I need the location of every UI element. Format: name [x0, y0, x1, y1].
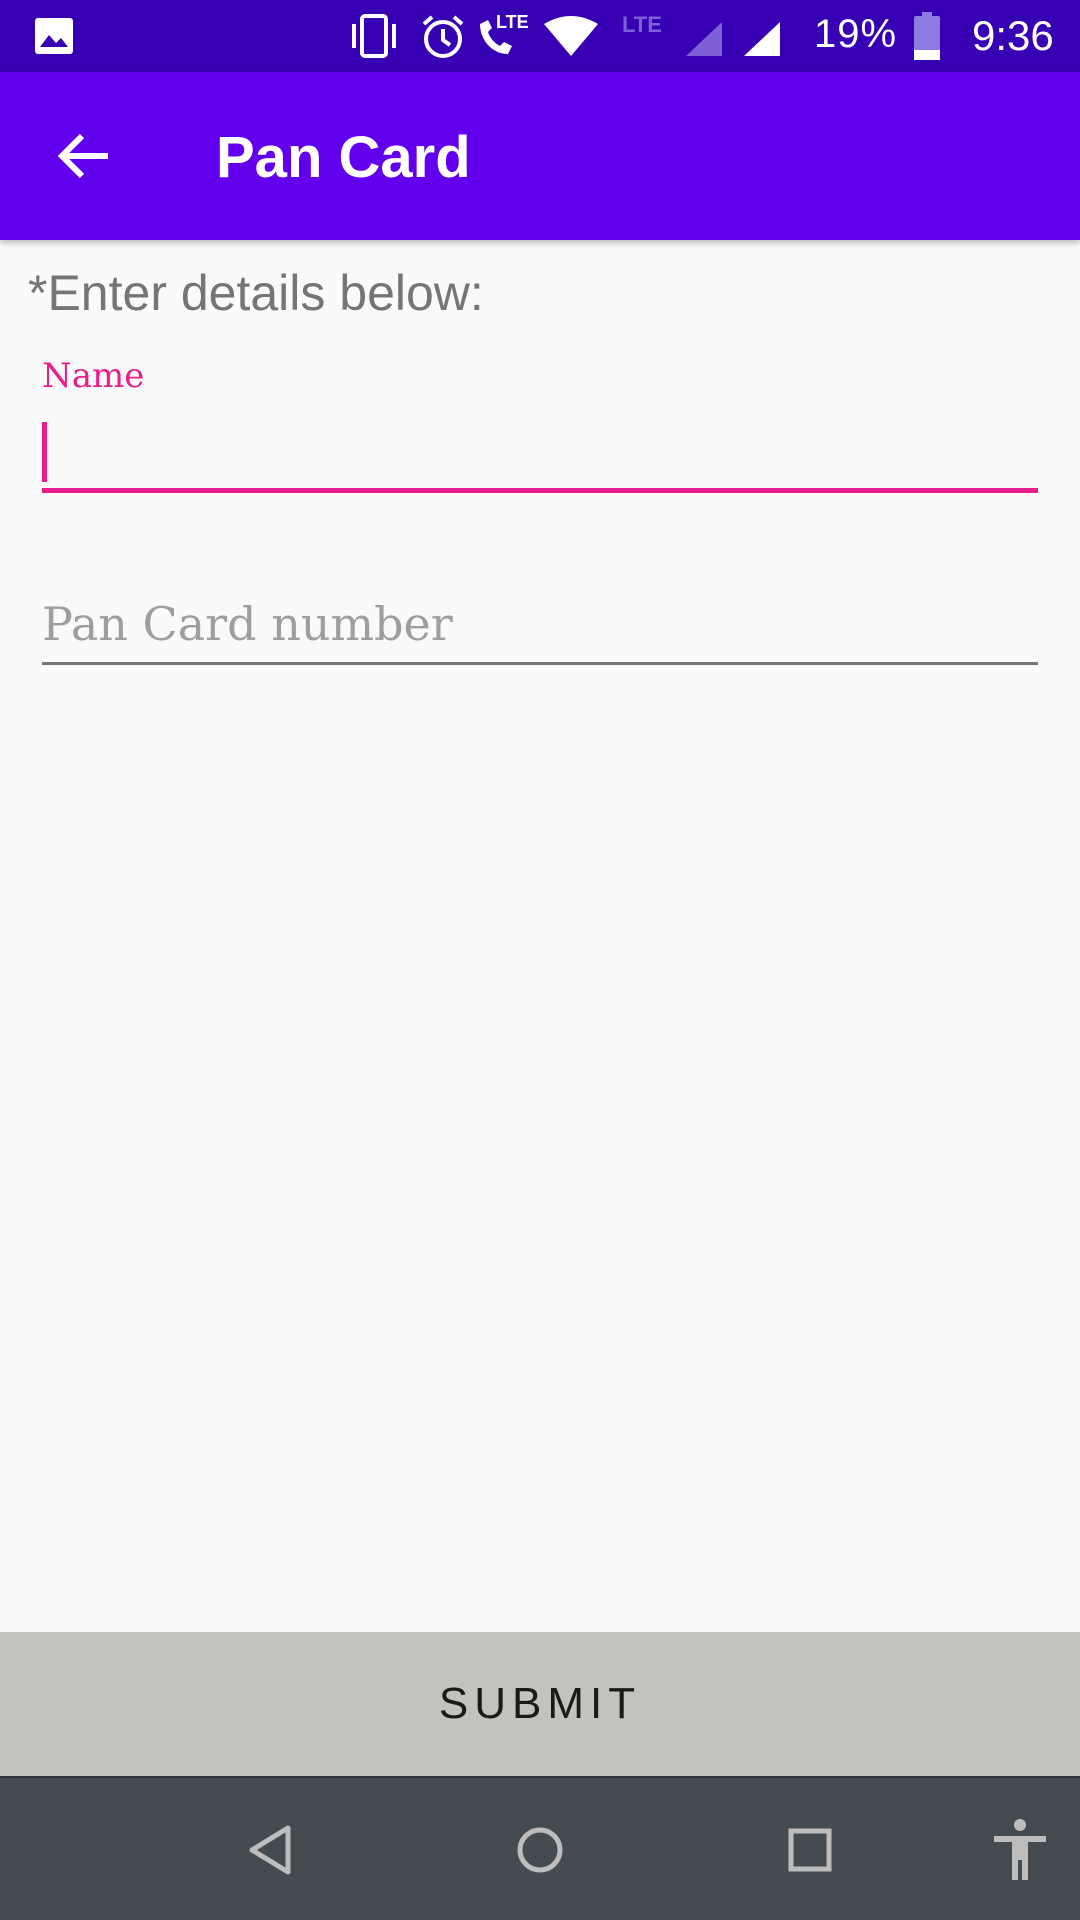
navigation-bar — [0, 1776, 1080, 1920]
lte-icon: LTE — [622, 12, 662, 37]
lte-call-icon: LTE — [480, 12, 529, 54]
gallery-icon — [35, 18, 73, 54]
nav-back-button[interactable] — [230, 1810, 310, 1890]
signal-icon — [744, 22, 780, 56]
text-cursor — [42, 422, 47, 482]
nav-home-button[interactable] — [500, 1810, 580, 1890]
wifi-icon — [544, 16, 598, 56]
signal-icon — [686, 22, 722, 56]
accessibility-button[interactable] — [980, 1810, 1060, 1890]
accessibility-icon — [994, 1819, 1046, 1880]
back-icon — [249, 1825, 291, 1875]
instructions-text: *Enter details below: — [28, 265, 484, 321]
pan-number-underline — [42, 662, 1038, 665]
page-title: Pan Card — [216, 125, 471, 190]
pan-number-field — [42, 588, 1038, 668]
name-label: Name — [42, 356, 145, 396]
name-field: Name — [42, 356, 1038, 496]
battery-percent: 19% — [814, 12, 898, 56]
clock: 9:36 — [972, 12, 1054, 59]
app-bar: Pan Card — [0, 72, 1080, 240]
svg-text:LTE: LTE — [622, 12, 662, 37]
home-icon — [517, 1827, 563, 1873]
arrow-left-icon — [58, 133, 108, 179]
recents-icon — [788, 1828, 832, 1872]
pan-number-input[interactable] — [42, 588, 1038, 660]
name-underline — [42, 488, 1038, 493]
status-bar: LTE LTE 19% 9:36 — [0, 0, 1080, 72]
back-button[interactable] — [44, 116, 124, 196]
submit-button[interactable]: SUBMIT — [0, 1632, 1080, 1776]
vibrate-icon — [352, 14, 396, 58]
battery-icon — [914, 12, 940, 60]
alarm-icon — [422, 15, 464, 58]
nav-recents-button[interactable] — [770, 1810, 850, 1890]
name-input[interactable] — [42, 416, 1038, 484]
svg-text:LTE: LTE — [496, 12, 529, 32]
